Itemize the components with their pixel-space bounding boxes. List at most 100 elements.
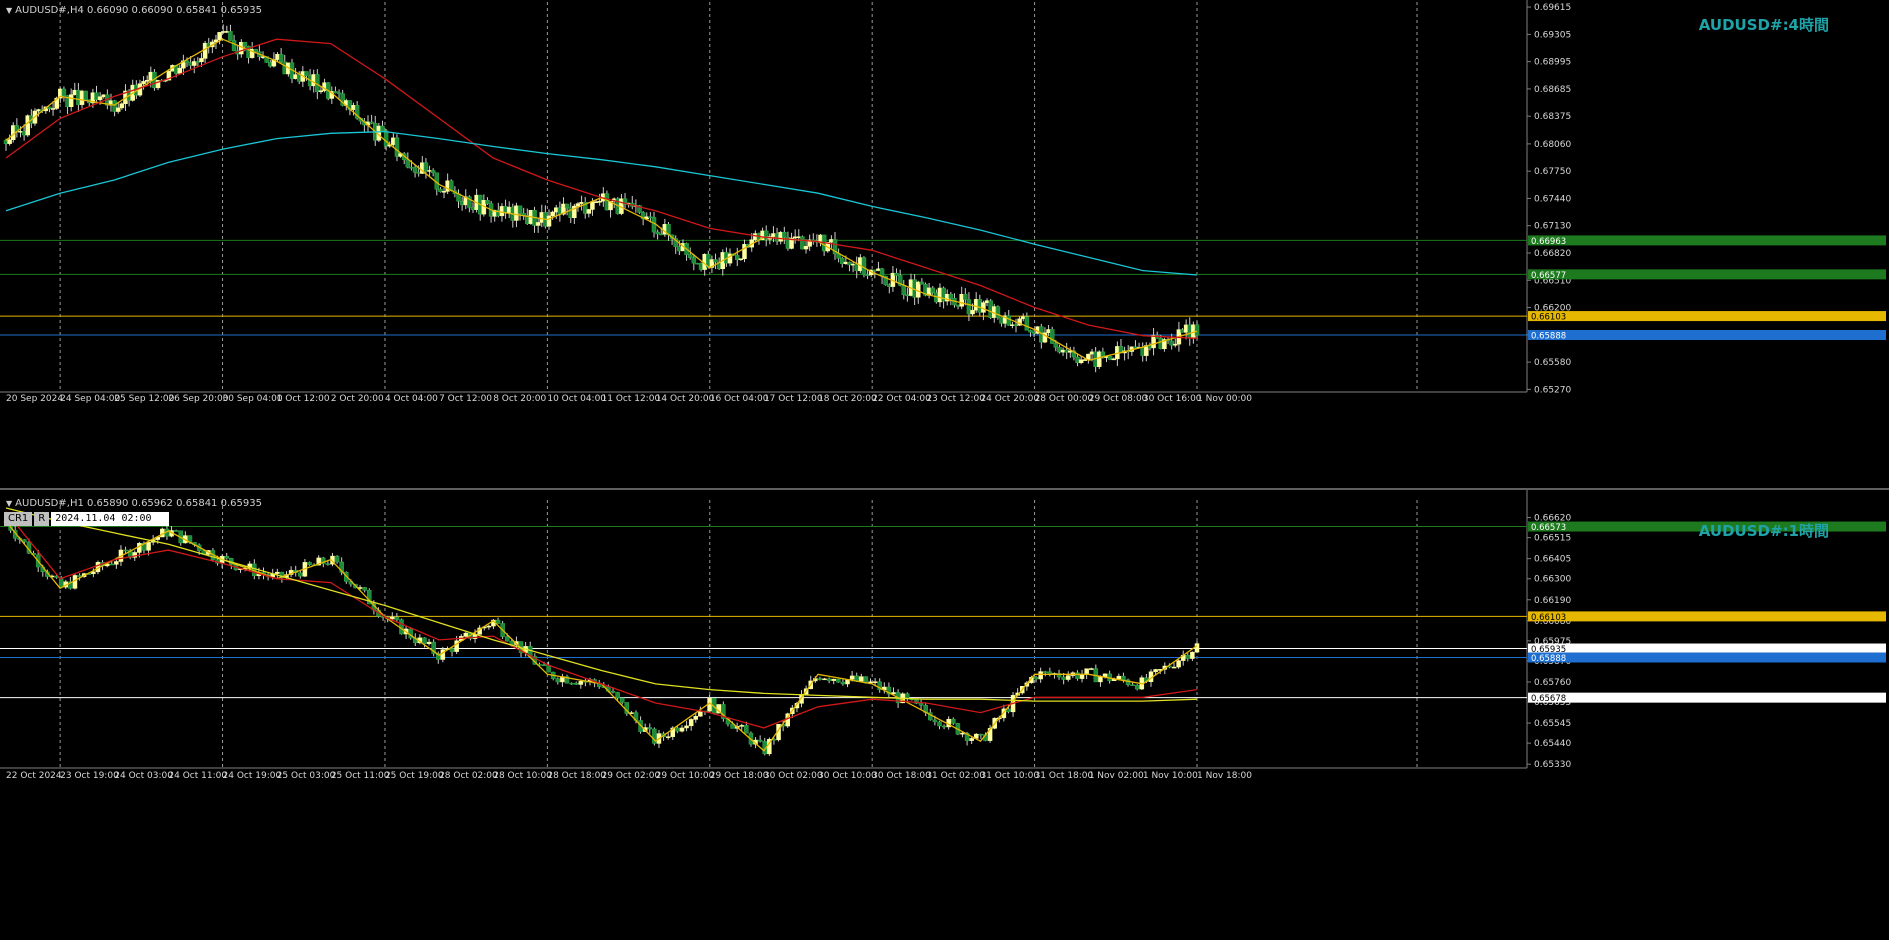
price-level-tag <box>1528 611 1886 622</box>
candle-body <box>586 209 592 214</box>
candle-body <box>573 682 579 685</box>
candle-body <box>7 139 12 144</box>
candle-body <box>137 542 142 553</box>
time-tick-label: 28 Oct 18:00 <box>547 771 606 781</box>
h4-ohlc-text: AUDUSD#,H4 0.66090 0.66090 0.65841 0.659… <box>15 5 262 16</box>
candle-body <box>615 692 620 699</box>
candle-body <box>960 732 965 735</box>
price-tick-label: 0.66820 <box>1534 249 1571 259</box>
candle-body <box>1194 643 1200 653</box>
candle-body <box>1190 651 1195 659</box>
price-level-tag <box>1528 269 1886 280</box>
time-tick-label: 25 Oct 11:00 <box>331 771 390 781</box>
candle-body <box>569 682 574 685</box>
time-tick-label: 24 Oct 19:00 <box>223 771 282 781</box>
h4-chart-svg[interactable]: 20 Sep 202424 Sep 04:0025 Sep 12:0026 Se… <box>0 0 1889 490</box>
time-tick-label: 29 Oct 02:00 <box>602 771 661 781</box>
candle-body <box>228 31 233 41</box>
price-level-tag-text: 0.66103 <box>1531 613 1566 623</box>
series-line <box>5 38 1198 339</box>
candle-body <box>449 648 455 652</box>
cr1-label: CR1 <box>4 512 33 526</box>
time-tick-label: 22 Oct 2024 <box>6 771 62 781</box>
candle-body <box>1098 676 1103 683</box>
time-tick-label: 14 Oct 20:00 <box>656 394 715 404</box>
price-level-tag-text: 0.65888 <box>1531 654 1566 664</box>
candle-body <box>564 203 570 209</box>
candle-body <box>655 231 660 235</box>
price-tick-label: 0.67440 <box>1534 194 1571 204</box>
price-level-tag <box>1528 311 1886 322</box>
candle-body <box>504 636 510 642</box>
candle-body <box>713 259 718 263</box>
time-tick-label: 23 Oct 19:00 <box>60 771 119 781</box>
candle-body <box>688 719 694 727</box>
time-tick-label: 25 Oct 19:00 <box>385 771 444 781</box>
candle-body <box>217 32 222 41</box>
candle-body <box>932 719 938 723</box>
time-tick-label: 25 Oct 03:00 <box>277 771 336 781</box>
candle-body <box>849 675 855 680</box>
candle-body <box>383 130 389 147</box>
candle-body <box>575 203 581 207</box>
candle-body <box>390 616 395 620</box>
price-tick-label: 0.67130 <box>1534 222 1571 232</box>
candle-body <box>114 561 119 565</box>
h1-watermark: AUDUSD#:1時間 <box>1698 522 1829 540</box>
price-tick-label: 0.68685 <box>1534 85 1571 95</box>
candle-body <box>840 681 846 685</box>
time-tick-label: 23 Oct 12:00 <box>926 394 985 404</box>
collapse-triangle-icon[interactable]: ▼ <box>6 499 12 508</box>
time-tick-label: 20 Sep 2024 <box>6 394 63 404</box>
h1-ohlc-text: AUDUSD#,H1 0.65890 0.65962 0.65841 0.659… <box>15 498 262 509</box>
candle-body <box>578 681 584 685</box>
price-tick-label: 0.66515 <box>1534 534 1571 544</box>
time-tick-label: 18 Oct 20:00 <box>818 394 877 404</box>
candle-body <box>77 575 82 577</box>
time-tick-label: 31 Oct 10:00 <box>980 771 1039 781</box>
price-level-tag <box>1528 643 1886 654</box>
candle-body <box>1153 669 1158 673</box>
candle-body <box>872 681 878 683</box>
candle-body <box>757 739 763 742</box>
candle-body <box>199 58 204 63</box>
time-tick-label: 28 Oct 00:00 <box>1035 394 1094 404</box>
candle-body <box>679 727 685 732</box>
candle-body <box>224 556 229 559</box>
candle-body <box>535 222 541 226</box>
candle-body <box>253 48 259 52</box>
candle-body <box>555 678 561 683</box>
candle-body <box>97 96 103 101</box>
candle-body <box>1134 684 1140 690</box>
h1-chart-svg[interactable]: 22 Oct 202423 Oct 19:0024 Oct 03:0024 Oc… <box>0 490 1889 940</box>
candle-body <box>173 530 179 532</box>
candle-body <box>619 697 625 703</box>
price-tick-label: 0.66190 <box>1534 596 1571 606</box>
candle-body <box>978 733 984 736</box>
h1-chart-pane[interactable]: 22 Oct 2024 23 Oct 19:00 24 Oct 03:00 24 Oc… <box>0 490 1889 940</box>
candle-body <box>109 563 115 566</box>
candle-body <box>963 294 968 300</box>
candle-body <box>859 676 864 682</box>
candle-body <box>550 211 555 217</box>
time-tick-label: 31 Oct 02:00 <box>926 771 985 781</box>
time-tick-label: 1 Nov 02:00 <box>1089 771 1144 781</box>
time-tick-label: 10 Oct 04:00 <box>547 394 606 404</box>
candle-body <box>394 616 400 620</box>
price-level-tag-text: 0.66963 <box>1531 237 1566 247</box>
collapse-triangle-icon[interactable]: ▼ <box>6 6 12 15</box>
time-tick-label: 1 Nov 00:00 <box>1197 394 1252 404</box>
price-tick-label: 0.66300 <box>1534 575 1571 585</box>
crosshair-readout: CR1 R 2024.11.04 02:00 <box>4 512 170 526</box>
candle-body <box>831 678 836 681</box>
candle-body <box>454 640 459 652</box>
time-tick-label: 29 Oct 18:00 <box>710 771 769 781</box>
candle-body <box>61 88 67 96</box>
price-level-tag-text: 0.65678 <box>1531 694 1566 704</box>
h4-chart-pane[interactable]: 20 Sep 2024 24 Sep 04:00 25 Sep 12:00 26 Se… <box>0 0 1889 490</box>
price-tick-label: 0.65760 <box>1534 678 1571 688</box>
candle-body <box>399 619 404 635</box>
candle-body <box>177 67 183 74</box>
candle-body <box>123 549 128 552</box>
candle-body <box>275 571 280 574</box>
